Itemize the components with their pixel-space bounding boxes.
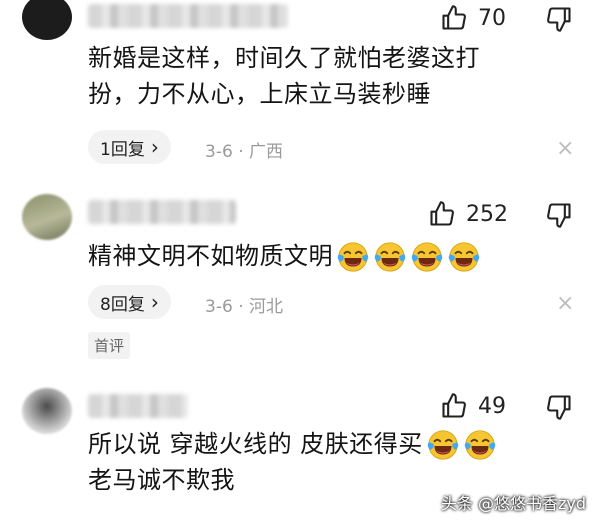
comment-meta: 3-6 · 河北	[205, 292, 283, 317]
thumbs-down-icon	[547, 203, 571, 228]
thumbs-down-icon	[547, 7, 571, 32]
emoji-laughing-icon	[423, 430, 460, 460]
meta-separator: ·	[238, 297, 244, 317]
like-button[interactable]: 252	[428, 200, 508, 228]
comment-location: 广西	[249, 142, 283, 162]
avatar[interactable]	[22, 0, 72, 40]
username-blurred[interactable]	[88, 4, 288, 28]
dislike-button[interactable]	[545, 201, 573, 233]
thumbs-up-icon	[442, 393, 466, 418]
comment-text: 新婚是这样，时间久了就怕老婆这打 扮，力不从心，上床立马装秒睡	[88, 40, 480, 112]
comment-text: 精神文明不如物质文明	[88, 238, 481, 274]
thumbs-up-icon	[442, 5, 466, 30]
emoji-laughing-icon	[460, 430, 497, 460]
comment-text-line: 新婚是这样，时间久了就怕老婆这打	[88, 44, 480, 72]
watermark: 头条 @悠悠书香zyd	[440, 494, 586, 513]
emoji-laughing-icon	[333, 242, 370, 272]
comment-item: 252 精神文明不如物质文明 8回复 › 3-6 · 河北 × 首评	[0, 180, 600, 365]
like-button[interactable]: 49	[440, 392, 506, 420]
close-icon[interactable]: ×	[556, 293, 574, 315]
comment-date: 3-6	[205, 142, 233, 162]
comment-item: 70 新婚是这样，时间久了就怕老婆这打 扮，力不从心，上床立马装秒睡 1回复 ›…	[0, 0, 600, 170]
comment-date: 3-6	[205, 297, 233, 317]
close-icon[interactable]: ×	[556, 138, 574, 160]
chevron-right-icon: ›	[150, 290, 159, 314]
emoji-laughing-icon	[444, 242, 481, 272]
emoji-laughing-icon	[407, 242, 444, 272]
comment-text-line: 所以说 穿越火线的 皮肤还得买	[88, 430, 423, 458]
emoji-laughing-icon	[370, 242, 407, 272]
like-count: 252	[466, 201, 508, 227]
reply-count-button[interactable]: 8回复 ›	[88, 285, 171, 319]
first-comment-badge: 首评	[88, 332, 131, 359]
reply-count-button[interactable]: 1回复 ›	[88, 130, 171, 164]
reply-label: 8回复	[100, 294, 145, 315]
like-count: 49	[478, 393, 506, 419]
comment-text-line: 扮，力不从心，上床立马装秒睡	[88, 80, 431, 108]
chevron-right-icon: ›	[150, 135, 159, 159]
username-blurred[interactable]	[88, 200, 236, 224]
avatar[interactable]	[22, 194, 72, 240]
comment-text: 所以说 穿越火线的 皮肤还得买 老马诚不欺我	[88, 426, 497, 498]
thumbs-up-icon	[430, 201, 454, 226]
reply-label: 1回复	[100, 139, 145, 160]
meta-separator: ·	[238, 142, 244, 162]
avatar[interactable]	[22, 388, 72, 434]
username-blurred[interactable]	[88, 394, 188, 418]
like-count: 70	[478, 5, 506, 31]
dislike-button[interactable]	[545, 393, 573, 425]
comment-text-line: 老马诚不欺我	[88, 466, 235, 494]
comment-meta: 3-6 · 广西	[205, 137, 283, 162]
like-button[interactable]: 70	[440, 4, 506, 32]
dislike-button[interactable]	[545, 5, 573, 37]
comment-location: 河北	[249, 297, 283, 317]
comment-text-line: 精神文明不如物质文明	[88, 242, 333, 270]
thumbs-down-icon	[547, 395, 571, 420]
